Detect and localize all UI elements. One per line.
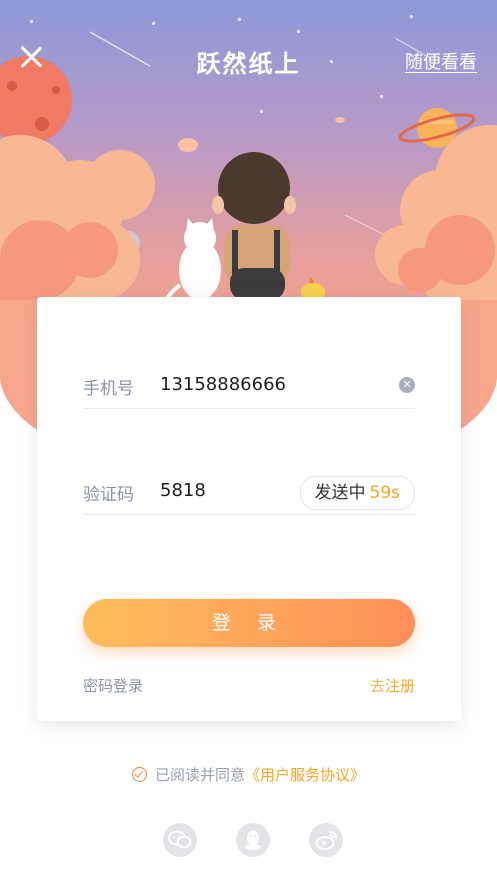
register-prefix: 去 [369, 677, 385, 695]
qq-icon [245, 830, 261, 850]
register-label: 注册 [384, 677, 415, 695]
login-button[interactable]: 登 录 [83, 599, 415, 647]
agreement-row: 已阅读并同意《用户服务协议》 [0, 764, 497, 785]
register-link[interactable]: 去注册 [370, 675, 415, 696]
clear-icon[interactable]: ✕ [399, 377, 415, 393]
phone-field[interactable]: 手机号 13158886666 ✕ [83, 364, 415, 409]
phone-input[interactable]: 13158886666 [160, 374, 286, 395]
check-icon[interactable] [131, 767, 147, 782]
qq-login-button[interactable] [236, 823, 270, 857]
login-card: 手机号 13158886666 ✕ 验证码 5818 发送中 59s 登 录 密码… [37, 297, 461, 721]
wechat-login-button[interactable] [163, 823, 197, 857]
browse-as-guest-link[interactable]: 随便看看 [405, 48, 477, 74]
user-agreement-link[interactable]: 《用户服务协议》 [245, 766, 365, 784]
password-login-link[interactable]: 密码登录 [83, 675, 143, 696]
weibo-icon [315, 831, 337, 850]
countdown-text: 59s [369, 483, 401, 503]
send-code-button[interactable]: 发送中 59s [299, 476, 415, 510]
code-input[interactable]: 5818 [160, 480, 206, 501]
code-field[interactable]: 验证码 5818 发送中 59s [83, 470, 415, 515]
boy-illustration [212, 152, 296, 300]
agreement-text: 已阅读并同意 [154, 766, 245, 784]
send-status-text: 发送中 [314, 483, 366, 503]
wechat-icon [168, 830, 192, 849]
code-label: 验证码 [83, 485, 134, 505]
weibo-login-button[interactable] [309, 823, 343, 857]
phone-label: 手机号 [83, 379, 134, 399]
